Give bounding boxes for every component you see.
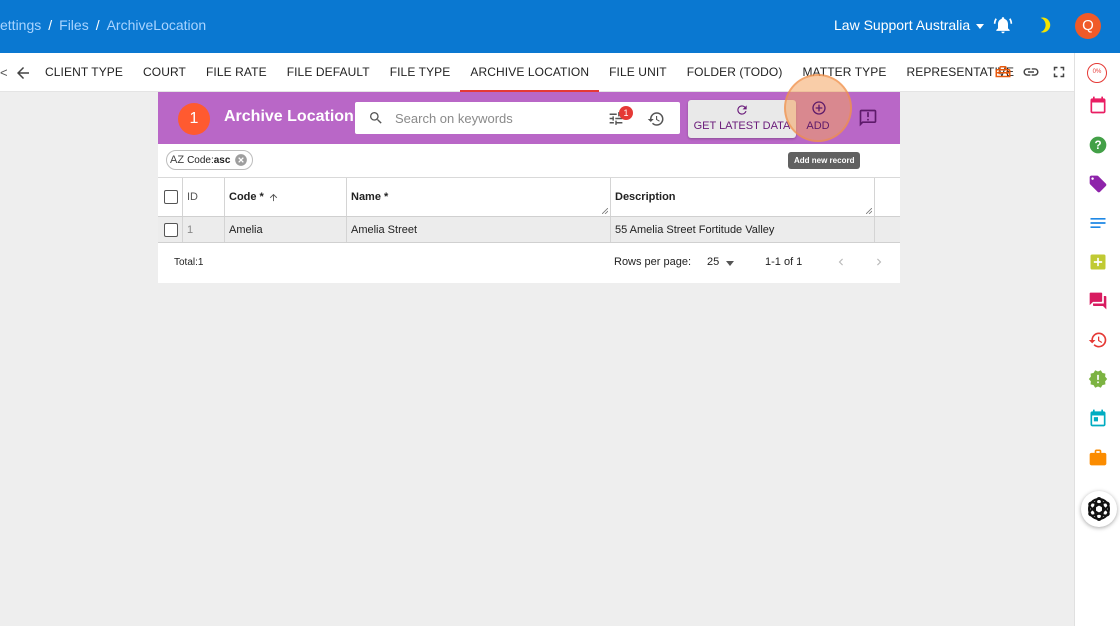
column-header-description[interactable]: Description <box>611 178 875 216</box>
toolbox-icon[interactable] <box>994 63 1012 81</box>
reset-history-icon[interactable] <box>647 110 665 128</box>
get-latest-data-button[interactable]: GET LATEST DATA <box>688 100 796 138</box>
rows-per-page-label: Rows per page: <box>614 256 692 268</box>
history-icon[interactable] <box>1088 330 1108 350</box>
column-header-id[interactable]: ID <box>183 178 225 216</box>
progress-indicator[interactable]: 0% <box>1087 63 1107 83</box>
search-box: 1 <box>355 102 680 134</box>
data-grid: ID Code * Name * Description 1 Amelia Am… <box>158 177 900 243</box>
top-app-bar: ettings / Files / ArchiveLocation Law Suppor… <box>0 0 1120 53</box>
note-add-icon[interactable] <box>1088 252 1108 272</box>
organization-selector[interactable]: Law Support Australia <box>834 17 985 33</box>
column-header-code[interactable]: Code * <box>225 178 347 216</box>
cell-name: Amelia Street <box>347 217 611 242</box>
chevron-down-icon <box>976 23 985 29</box>
total-count: Total:1 <box>174 257 204 268</box>
user-avatar[interactable]: Q <box>1075 13 1101 39</box>
tab-tools <box>994 63 1068 81</box>
column-header-description-label: Description <box>615 191 676 203</box>
search-input[interactable] <box>395 109 595 127</box>
tab-list: CLIENT TYPE COURT FILE RATE FILE DEFAULT… <box>35 53 1024 92</box>
table-footer: Total:1 Rows per page: 25 1-1 of 1 <box>158 243 900 283</box>
ai-assistant-icon[interactable] <box>1081 491 1117 527</box>
next-page-icon[interactable] <box>872 255 886 269</box>
add-label: ADD <box>806 120 830 132</box>
tab-file-unit[interactable]: FILE UNIT <box>599 53 677 92</box>
page-range: 1-1 of 1 <box>765 256 803 268</box>
fullscreen-icon[interactable] <box>1050 63 1068 81</box>
sort-chip-label: Code:asc <box>187 155 230 166</box>
tab-court[interactable]: COURT <box>133 53 196 92</box>
briefcase-icon[interactable] <box>1088 447 1108 467</box>
table-row[interactable]: 1 Amelia Amelia Street 55 Amelia Street … <box>158 217 900 243</box>
tab-folder-todo[interactable]: FOLDER (TODO) <box>677 53 793 92</box>
column-header-spacer <box>875 178 900 216</box>
sort-ascending-arrow-icon <box>269 193 278 201</box>
organization-name: Law Support Australia <box>834 17 971 33</box>
column-header-name-label: Name * <box>351 191 389 203</box>
rows-per-page-select[interactable]: 25 <box>707 256 719 268</box>
dark-mode-moon-icon[interactable] <box>1036 16 1054 34</box>
breadcrumb-separator: / <box>95 17 100 33</box>
sort-direction: asc <box>213 154 231 166</box>
column-resize-handle-icon[interactable] <box>866 208 872 214</box>
column-header-name[interactable]: Name * <box>347 178 611 216</box>
row-select-cell <box>158 217 183 242</box>
tag-icon[interactable] <box>1088 174 1108 194</box>
archive-location-panel: 1 Archive Location 1 GET LATEST DATA ADD… <box>158 74 900 283</box>
alert-badge-icon[interactable] <box>1088 369 1108 389</box>
sort-field: Code: <box>187 154 214 166</box>
cell-code: Amelia <box>225 217 347 242</box>
event-icon[interactable] <box>1088 408 1108 428</box>
select-all-checkbox[interactable] <box>164 190 178 204</box>
notification-bell-icon[interactable] <box>993 15 1013 35</box>
column-resize-handle-icon[interactable] <box>602 208 608 214</box>
search-icon <box>370 112 382 124</box>
sort-chip[interactable]: AZ Code:asc <box>166 150 254 170</box>
breadcrumb-separator: / <box>48 17 53 33</box>
notes-icon[interactable] <box>1088 213 1108 233</box>
filter-count-badge: 1 <box>619 106 633 120</box>
tab-file-type[interactable]: FILE TYPE <box>380 53 461 92</box>
add-circle-icon <box>812 101 826 115</box>
tab-archive-location[interactable]: ARCHIVE LOCATION <box>460 53 600 92</box>
breadcrumb: ettings / Files / ArchiveLocation <box>0 17 206 33</box>
calendar-icon[interactable] <box>1088 95 1108 115</box>
cell-spacer <box>875 217 900 242</box>
sort-az-icon: AZ <box>170 154 185 166</box>
tab-scroll-left-icon[interactable]: < <box>0 65 8 80</box>
tab-file-default[interactable]: FILE DEFAULT <box>277 53 380 92</box>
get-latest-data-label: GET LATEST DATA <box>693 120 791 132</box>
column-header-code-label: Code * <box>229 191 264 203</box>
back-arrow-icon[interactable] <box>14 64 32 82</box>
breadcrumb-archive-location: ArchiveLocation <box>106 17 207 33</box>
cell-id: 1 <box>183 217 225 242</box>
row-checkbox[interactable] <box>164 223 178 237</box>
feedback-icon[interactable] <box>858 108 878 128</box>
tab-file-rate[interactable]: FILE RATE <box>196 53 277 92</box>
right-quick-sidebar: 0% ? <box>1074 53 1120 626</box>
panel-header: 1 Archive Location 1 GET LATEST DATA ADD <box>158 74 900 144</box>
svg-text:?: ? <box>1094 139 1101 152</box>
help-icon[interactable]: ? <box>1088 135 1108 155</box>
add-record-tooltip: Add new record <box>788 152 861 169</box>
table-header-row: ID Code * Name * Description <box>158 178 900 217</box>
previous-page-icon[interactable] <box>834 255 848 269</box>
add-record-button[interactable]: ADD <box>784 74 852 142</box>
breadcrumb-files[interactable]: Files <box>59 17 89 33</box>
refresh-icon <box>737 105 747 115</box>
tab-client-type[interactable]: CLIENT TYPE <box>35 53 133 92</box>
breadcrumb-settings[interactable]: ettings <box>0 17 41 33</box>
settings-tab-bar: < CLIENT TYPE COURT FILE RATE FILE DEFAU… <box>0 53 1074 92</box>
link-icon[interactable] <box>1022 63 1040 81</box>
cell-description: 55 Amelia Street Fortitude Valley <box>611 217 875 242</box>
chat-icon[interactable] <box>1088 291 1108 311</box>
chevron-down-icon[interactable] <box>726 261 734 266</box>
page-title: Archive Location <box>224 108 354 125</box>
record-count-badge: 1 <box>178 103 210 135</box>
select-all-cell <box>158 178 183 216</box>
remove-sort-icon[interactable] <box>234 153 248 167</box>
